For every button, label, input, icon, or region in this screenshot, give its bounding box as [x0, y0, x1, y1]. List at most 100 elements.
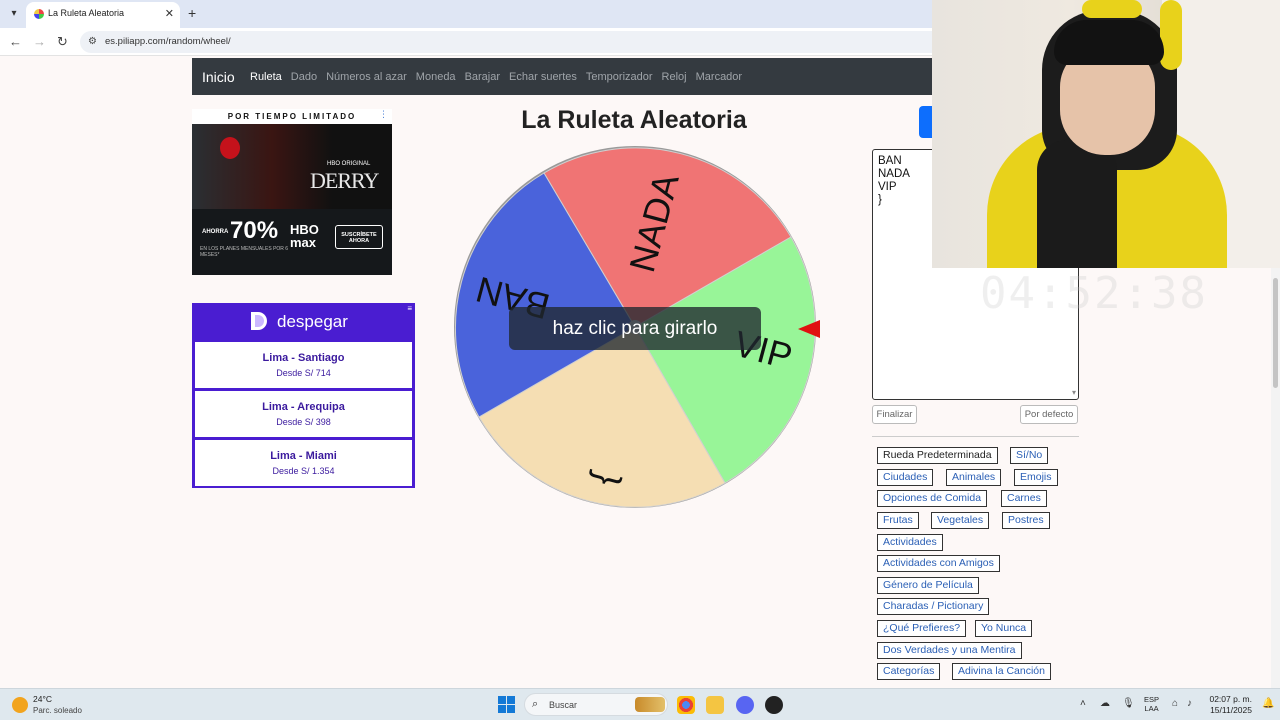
preset-desserts[interactable]: Postres: [1002, 512, 1050, 529]
preset-would-you-rather[interactable]: ¿Qué Prefieres?: [877, 620, 967, 637]
chrome-icon[interactable]: [677, 696, 695, 714]
lang-top: ESP: [1144, 695, 1160, 704]
obs-icon[interactable]: [765, 696, 783, 714]
despegar-logo-icon: [251, 312, 267, 330]
back-arrow-icon[interactable]: ←: [9, 34, 22, 49]
preset-vegetables[interactable]: Vegetales: [931, 512, 990, 529]
weather-condition[interactable]: Parc. soleado: [33, 706, 82, 715]
reload-icon[interactable]: ↻: [57, 34, 68, 50]
preset-default-wheel[interactable]: Rueda Predeterminada: [877, 447, 998, 464]
preset-animals[interactable]: Animales: [946, 469, 1002, 486]
flight-route: Lima - Miami: [270, 450, 337, 462]
flight-price: Desde S/ 714: [276, 368, 331, 378]
preset-yes-no[interactable]: Sí/No: [1010, 447, 1049, 464]
nav-links: Ruleta Dado Números al azar Moneda Baraj…: [250, 71, 751, 83]
nav-link-ruleta[interactable]: Ruleta: [250, 71, 282, 83]
lang-bottom: LAA: [1144, 704, 1159, 713]
preset-meats[interactable]: Carnes: [1001, 490, 1047, 507]
nav-link-moneda[interactable]: Moneda: [416, 71, 456, 83]
ad-close-icon[interactable]: ≡: [407, 304, 412, 313]
search-placeholder: Buscar: [549, 700, 578, 710]
finish-button[interactable]: Finalizar: [872, 405, 917, 424]
ad-hbo-original: HBO ORIGINAL: [327, 161, 371, 167]
taskbar-search[interactable]: ⌕ Buscar: [524, 693, 668, 716]
nav-link-numeros[interactable]: Números al azar: [326, 71, 407, 83]
weather-temperature[interactable]: 24°C: [33, 694, 52, 704]
flight-offer[interactable]: Lima - Santiago Desde S/ 714: [195, 342, 412, 388]
clock-date: 15/11/2025: [1210, 705, 1252, 715]
spin-prompt[interactable]: haz clic para girarlo: [509, 307, 761, 350]
weather-sun-icon[interactable]: [12, 697, 28, 713]
preset-never-have-i-ever[interactable]: Yo Nunca: [975, 620, 1033, 637]
site-favicon-icon: [34, 9, 44, 19]
preset-activities-friends[interactable]: Actividades con Amigos: [877, 555, 1000, 572]
wheel-pointer-icon: [798, 320, 820, 338]
red-balloon-icon: [220, 137, 240, 159]
page-scrollbar[interactable]: [1271, 268, 1280, 688]
tab-search-icon[interactable]: ▾: [6, 6, 22, 22]
preset-food-options[interactable]: Opciones de Comida: [877, 490, 988, 507]
system-clock[interactable]: 02:07 p. m. 15/11/2025: [1208, 694, 1252, 716]
nav-link-barajar[interactable]: Barajar: [465, 71, 500, 83]
site-navbar: Inicio Ruleta Dado Números al azar Moned…: [192, 58, 932, 95]
despegar-brand: despegar: [277, 312, 348, 331]
preset-guess-song[interactable]: Adivina la Canción: [952, 663, 1051, 680]
forward-arrow-icon[interactable]: →: [33, 34, 46, 49]
textarea-resize-icon[interactable]: ▾: [1072, 388, 1076, 397]
default-button[interactable]: Por defecto: [1020, 405, 1078, 424]
ad-ahorra: AHORRA: [202, 229, 229, 235]
language-indicator[interactable]: ESP LAA: [1144, 695, 1159, 713]
search-icon: ⌕: [532, 698, 539, 710]
flight-price: Desde S/ 1.354: [272, 466, 335, 476]
nav-brand-home[interactable]: Inicio: [202, 69, 235, 85]
preset-activities[interactable]: Actividades: [877, 534, 943, 551]
ad-percent: 70%: [230, 217, 279, 244]
network-icon[interactable]: ⌂: [1172, 698, 1178, 709]
divider: [872, 436, 1079, 437]
omnibox[interactable]: ⚙ es.piliapp.com/random/wheel/: [80, 31, 980, 53]
ad-subscribe-button[interactable]: SUSCRÍBETE AHORA: [335, 225, 383, 249]
preset-two-truths[interactable]: Dos Verdades y una Mentira: [877, 642, 1022, 659]
webcam-overlay: [932, 0, 1280, 268]
windows-start-icon[interactable]: [498, 696, 515, 713]
new-tab-icon[interactable]: +: [188, 5, 196, 21]
despegar-ad[interactable]: despegar ≡ Lima - Santiago Desde S/ 714 …: [192, 303, 415, 488]
site-info-icon[interactable]: ⚙: [88, 36, 97, 47]
clock-time: 02:07 p. m.: [1209, 694, 1252, 704]
scrollbar-thumb[interactable]: [1273, 278, 1278, 388]
despegar-header: despegar ≡: [192, 303, 415, 340]
preset-categories[interactable]: Categorías: [877, 663, 941, 680]
flight-offer[interactable]: Lima - Miami Desde S/ 1.354: [195, 440, 412, 486]
flight-price: Desde S/ 398: [276, 417, 331, 427]
fullscreen-button-edge[interactable]: [919, 106, 933, 138]
browser-tab[interactable]: La Ruleta Aleatoria ✕: [26, 2, 180, 28]
onedrive-icon[interactable]: ☁: [1100, 698, 1110, 709]
preset-charades[interactable]: Charadas / Pictionary: [877, 598, 990, 615]
url-text[interactable]: es.piliapp.com/random/wheel/: [105, 36, 231, 47]
ad-options-icon[interactable]: ⋮: [379, 109, 388, 120]
nav-link-dado[interactable]: Dado: [291, 71, 317, 83]
ad-show-title: DERRY: [310, 168, 379, 193]
tray-chevron-icon[interactable]: ˄: [1080, 698, 1086, 709]
nav-link-echar-suertes[interactable]: Echar suertes: [509, 71, 577, 83]
preset-cities[interactable]: Ciudades: [877, 469, 934, 486]
flight-route: Lima - Santiago: [262, 352, 345, 364]
search-highlight-icon: [635, 697, 665, 712]
ad-offer: AHORRA 70% EN LOS PLANES MENSUALES POR 6…: [192, 209, 392, 275]
preset-fruits[interactable]: Frutas: [877, 512, 919, 529]
flight-route: Lima - Arequipa: [262, 401, 345, 413]
preset-movie-genre[interactable]: Género de Película: [877, 577, 979, 594]
preset-emojis[interactable]: Emojis: [1014, 469, 1058, 486]
nav-link-marcador[interactable]: Marcador: [696, 71, 742, 83]
nav-link-temporizador[interactable]: Temporizador: [586, 71, 653, 83]
notification-bell-icon[interactable]: 🔔: [1262, 698, 1274, 709]
file-explorer-icon[interactable]: [706, 696, 724, 714]
volume-icon[interactable]: ♪: [1187, 698, 1192, 709]
discord-icon[interactable]: [736, 696, 754, 714]
hbo-ad-banner[interactable]: POR TIEMPO LIMITADO ⋮ HBO ORIGINAL DERRY…: [192, 109, 392, 275]
nav-link-reloj[interactable]: Reloj: [662, 71, 687, 83]
flight-offer[interactable]: Lima - Arequipa Desde S/ 398: [195, 391, 412, 437]
overlay-clock: 04:52:38: [980, 268, 1208, 319]
tab-close-icon[interactable]: ✕: [165, 7, 174, 20]
microphone-icon[interactable]: 🎙: [1122, 698, 1135, 709]
